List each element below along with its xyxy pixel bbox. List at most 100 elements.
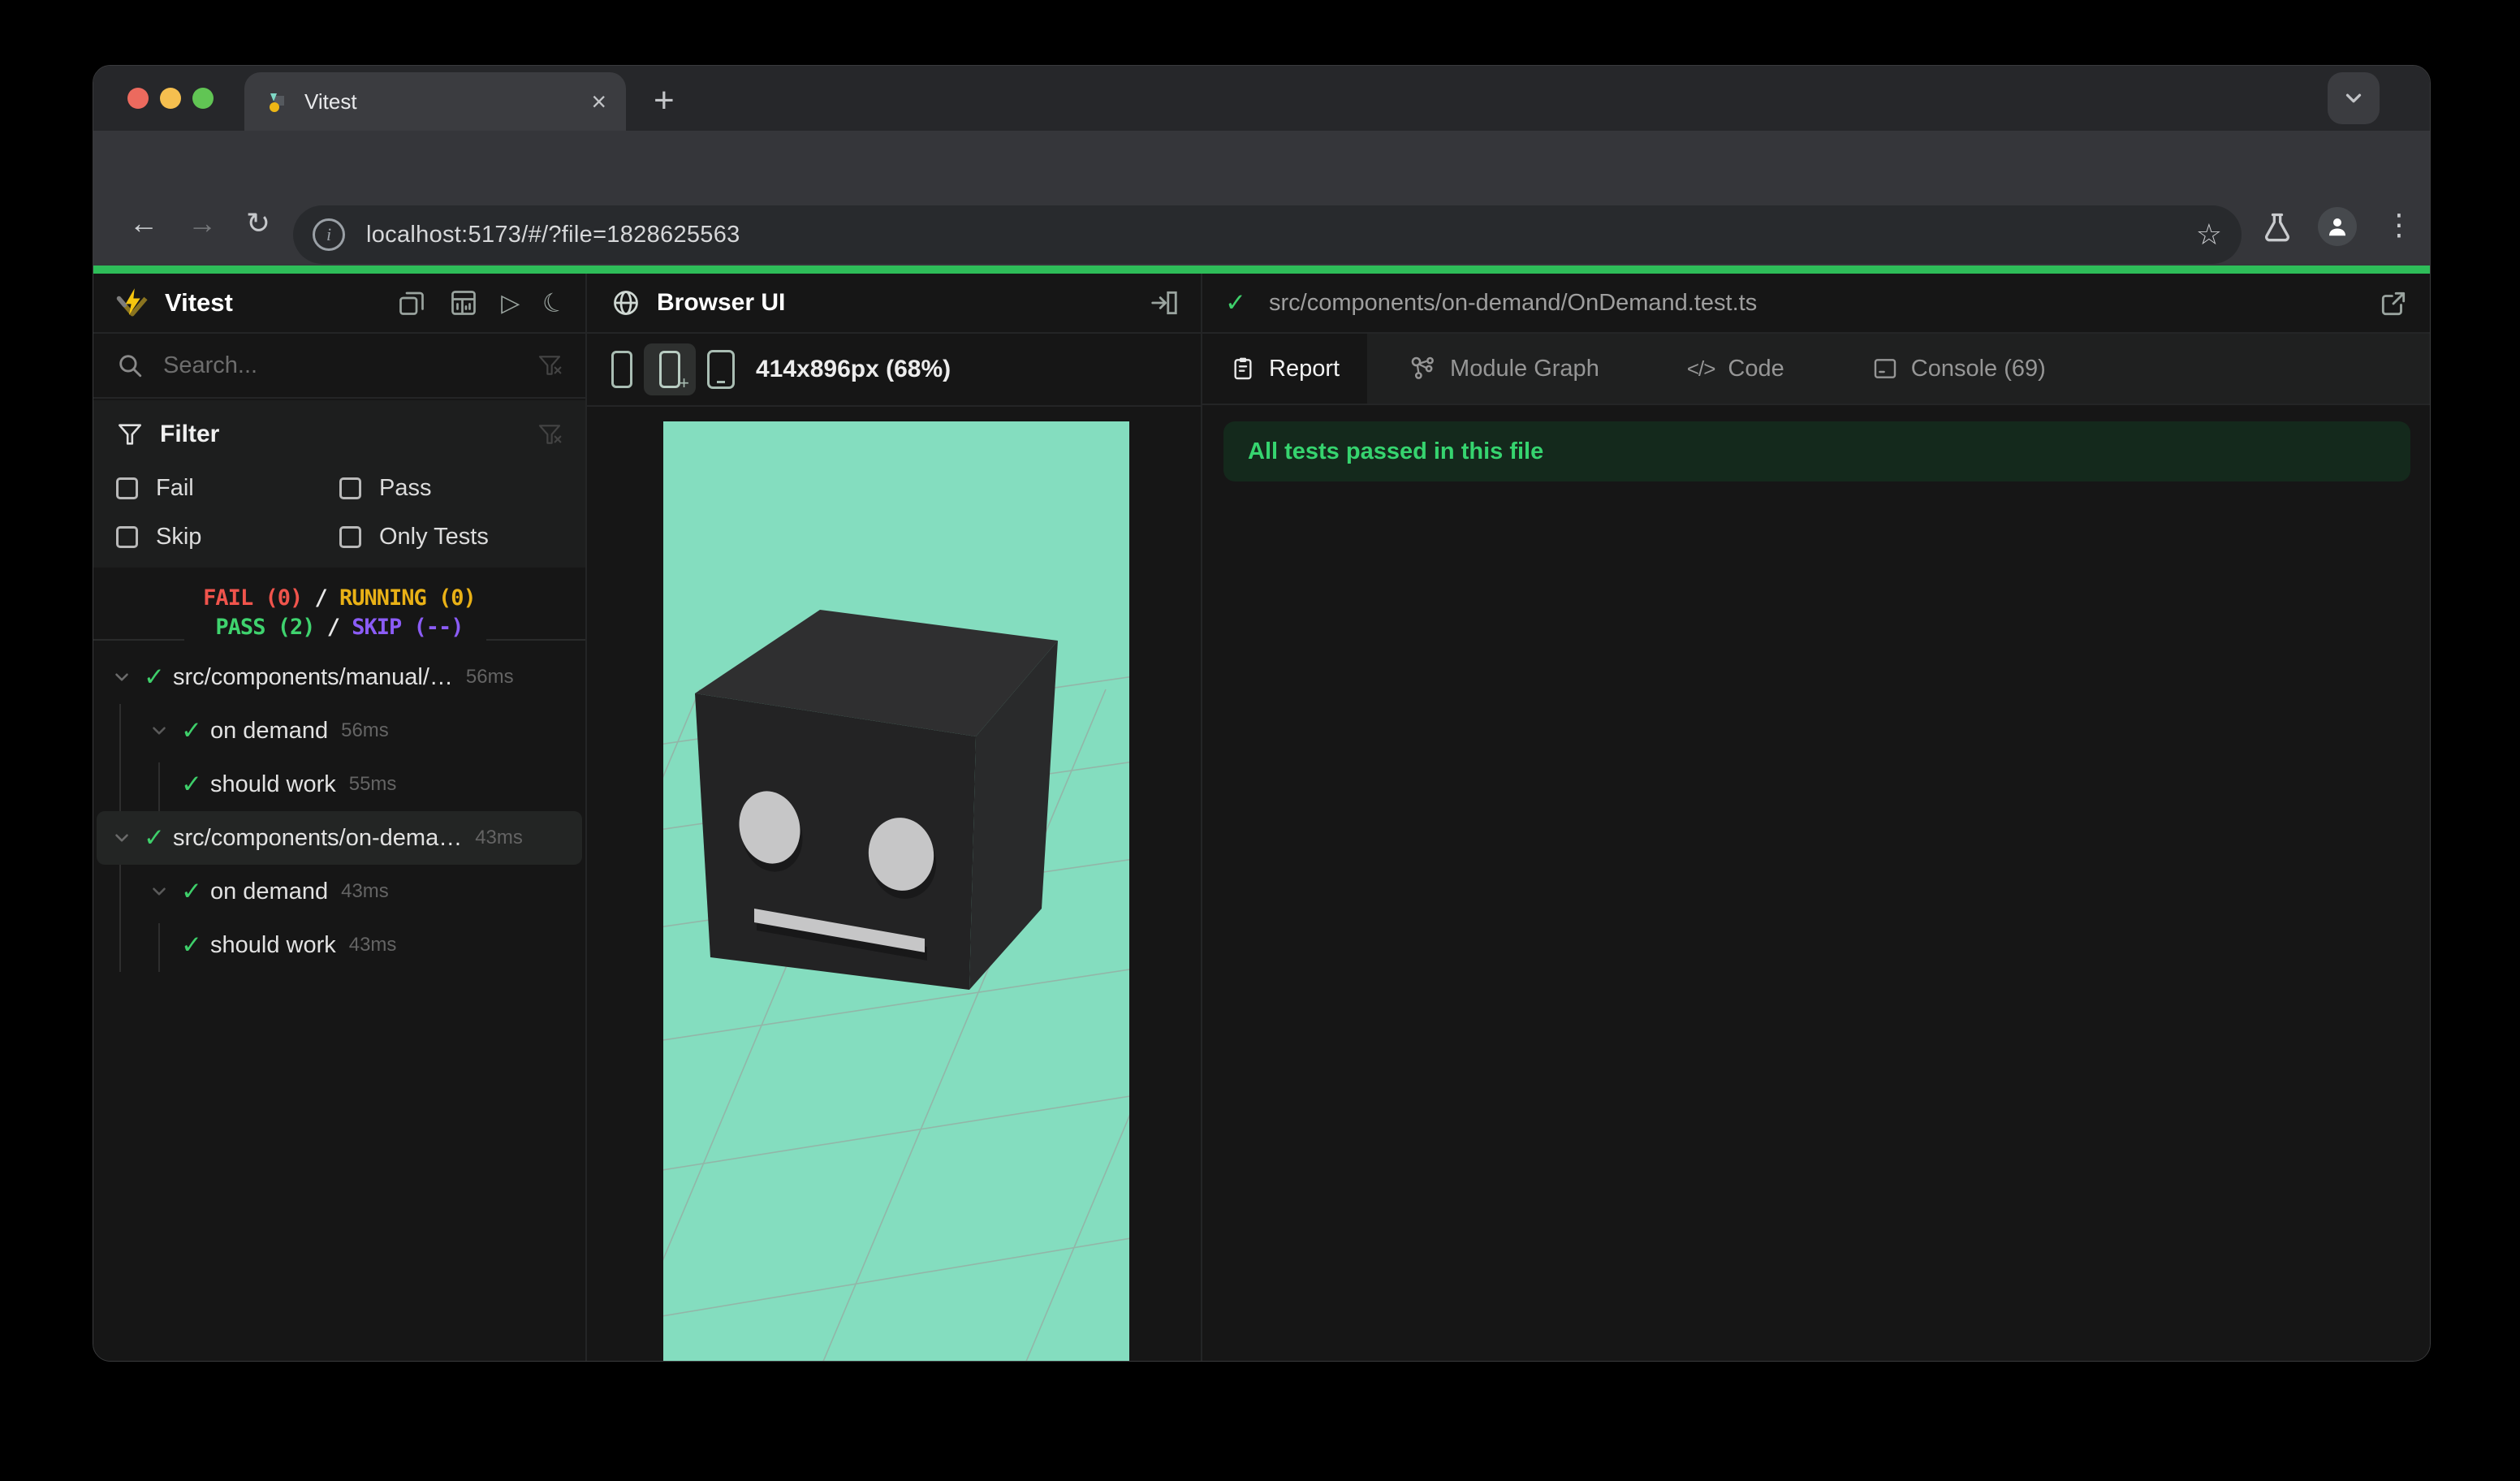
- filter-funnel-icon: [116, 421, 144, 448]
- checkbox-skip[interactable]: Skip: [116, 524, 339, 551]
- maximize-window-button[interactable]: [192, 88, 214, 109]
- forward-button[interactable]: →: [188, 209, 217, 238]
- pass-check-icon: ✓: [181, 930, 202, 959]
- vitest-favicon-icon: [264, 89, 290, 114]
- running-count: RUNNING (0): [339, 585, 477, 611]
- selected-phone-device-button[interactable]: +: [644, 343, 696, 395]
- tab-console-label: Console (69): [1910, 355, 2046, 382]
- tab-close-icon[interactable]: ×: [591, 89, 606, 114]
- filter-title: Filter: [160, 421, 220, 447]
- tree-row-suite[interactable]: ✓ on demand 56ms: [93, 704, 585, 758]
- tab-report[interactable]: Report: [1202, 334, 1368, 404]
- phone-plus-device-icon: [659, 351, 680, 388]
- vitest-logo-icon: [114, 285, 150, 321]
- chevron-down-icon[interactable]: [111, 667, 132, 688]
- test-browser-viewport[interactable]: [416, 421, 1512, 1361]
- banner-text: All tests passed in this file: [1248, 438, 1544, 464]
- duration-badge: 56ms: [465, 666, 514, 688]
- minimize-window-button[interactable]: [160, 88, 181, 109]
- tab-search-button[interactable]: [2328, 72, 2380, 124]
- address-bar[interactable]: i localhost:5173/#/?file=1828625563 ☆: [293, 205, 2242, 264]
- open-external-icon[interactable]: [2378, 288, 2409, 319]
- tab-code-label: Code: [1728, 355, 1784, 382]
- duration-badge: 43ms: [475, 827, 523, 848]
- test-tree: ✓ src/components/manual/… 56ms ✓ on dema…: [93, 650, 585, 972]
- duration-badge: 43ms: [341, 880, 389, 902]
- new-tab-button[interactable]: +: [654, 80, 675, 121]
- open-panel-right-icon[interactable]: [1149, 287, 1180, 318]
- test-file-path: src/components/on-demand/OnDemand.test.t…: [1268, 289, 1758, 316]
- module-graph-icon: [1411, 356, 1434, 379]
- checkbox-pass[interactable]: Pass: [339, 475, 563, 502]
- small-phone-device-icon[interactable]: [611, 351, 632, 388]
- pass-check-icon: ✓: [181, 877, 202, 905]
- checkbox-fail[interactable]: Fail: [116, 475, 339, 502]
- tab-strip: Vitest × +: [93, 66, 2430, 131]
- collapse-panels-icon[interactable]: [397, 288, 426, 317]
- checkbox-only-tests[interactable]: Only Tests: [339, 524, 563, 551]
- preview-title: Browser UI: [657, 289, 786, 316]
- device-toolbar: + 414x896px (68%): [587, 334, 1201, 407]
- tab-code[interactable]: </> Code: [1659, 334, 1812, 404]
- search-icon: [116, 352, 144, 379]
- vitest-app: Vitest ▷ ☾ Search... Filter Fail Pass Sk…: [93, 274, 2430, 1361]
- browser-window: Vitest × + ← → ↻ i localhost:5173/#/?fil…: [93, 65, 2431, 1362]
- pass-check-icon: ✓: [181, 716, 202, 745]
- pass-checkbox-box[interactable]: [339, 477, 361, 499]
- results-tab-bar: Report Module Graph </> Code Console (69…: [1202, 334, 2430, 405]
- tab-console[interactable]: Console (69): [1845, 334, 2073, 404]
- file-pass-check-icon: ✓: [1225, 288, 1246, 317]
- screen: Vitest × + ← → ↻ i localhost:5173/#/?fil…: [0, 0, 2520, 1481]
- pass-check-icon: ✓: [181, 770, 202, 798]
- profile-avatar[interactable]: [2318, 207, 2357, 246]
- site-info-icon[interactable]: i: [313, 218, 345, 251]
- test-suite-label: on demand: [209, 717, 329, 744]
- dark-mode-moon-icon[interactable]: ☾: [538, 284, 571, 322]
- tab-module-graph[interactable]: Module Graph: [1382, 334, 1627, 404]
- test-suite-label: on demand: [209, 878, 329, 905]
- clear-filter-icon[interactable]: [537, 421, 563, 447]
- clipboard-icon: [1234, 357, 1252, 380]
- plus-icon: +: [679, 373, 689, 393]
- pass-count: PASS (2): [215, 615, 315, 640]
- chevron-down-icon[interactable]: [149, 881, 170, 902]
- dashboard-icon[interactable]: [449, 288, 478, 317]
- search-input[interactable]: [162, 351, 537, 380]
- close-window-button[interactable]: [127, 88, 149, 109]
- fail-label: Fail: [156, 474, 194, 501]
- clear-search-filter-icon[interactable]: [537, 352, 563, 378]
- duration-badge: 56ms: [341, 719, 389, 741]
- test-file-label: src/components/on-dema…: [172, 824, 463, 851]
- skip-checkbox-box[interactable]: [116, 525, 138, 548]
- search-row: [93, 334, 585, 399]
- tree-row-file-selected[interactable]: ✓ src/components/on-dema… 43ms: [93, 811, 585, 865]
- vitest-progress-bar: [93, 266, 2430, 274]
- pass-check-icon: ✓: [144, 823, 165, 852]
- skip-label: Skip: [156, 523, 202, 550]
- browser-preview-panel: Browser UI + 414x896px (68%): [416, 274, 1512, 1361]
- browser-tab[interactable]: Vitest ×: [244, 72, 626, 131]
- tree-row-file[interactable]: ✓ src/components/manual/… 56ms: [93, 650, 585, 704]
- filter-panel: Filter Fail Pass Skip Only Tests: [93, 400, 585, 568]
- browser-menu-kebab-icon[interactable]: ⋮: [2384, 210, 2414, 240]
- code-icon: </>: [1686, 356, 1716, 381]
- tab-module-graph-label: Module Graph: [1450, 355, 1599, 382]
- chevron-down-icon[interactable]: [111, 827, 132, 848]
- tree-row-test[interactable]: ✓ should work 43ms: [93, 918, 585, 972]
- test-explorer-sidebar: Vitest ▷ ☾ Search... Filter Fail Pass Sk…: [93, 274, 587, 1361]
- only-tests-checkbox-box[interactable]: [339, 525, 361, 548]
- experiments-flask-icon[interactable]: [2259, 210, 2295, 246]
- tablet-device-icon[interactable]: [707, 350, 735, 389]
- fail-count: FAIL (0): [203, 585, 303, 611]
- threejs-cube-scene: [416, 421, 1512, 1361]
- tree-row-suite[interactable]: ✓ on demand 43ms: [93, 865, 585, 918]
- tree-row-test[interactable]: ✓ should work 55ms: [93, 758, 585, 811]
- run-all-play-icon[interactable]: ▷: [501, 289, 520, 317]
- chevron-down-icon[interactable]: [149, 720, 170, 741]
- chevron-down-icon: [2345, 93, 2362, 103]
- back-button[interactable]: ←: [129, 209, 158, 238]
- reload-button[interactable]: ↻: [246, 209, 270, 238]
- fail-checkbox-box[interactable]: [116, 477, 138, 499]
- browser-toolbar: ← → ↻ i localhost:5173/#/?file=182862556…: [93, 131, 2430, 266]
- bookmark-star-icon[interactable]: ☆: [2196, 218, 2222, 252]
